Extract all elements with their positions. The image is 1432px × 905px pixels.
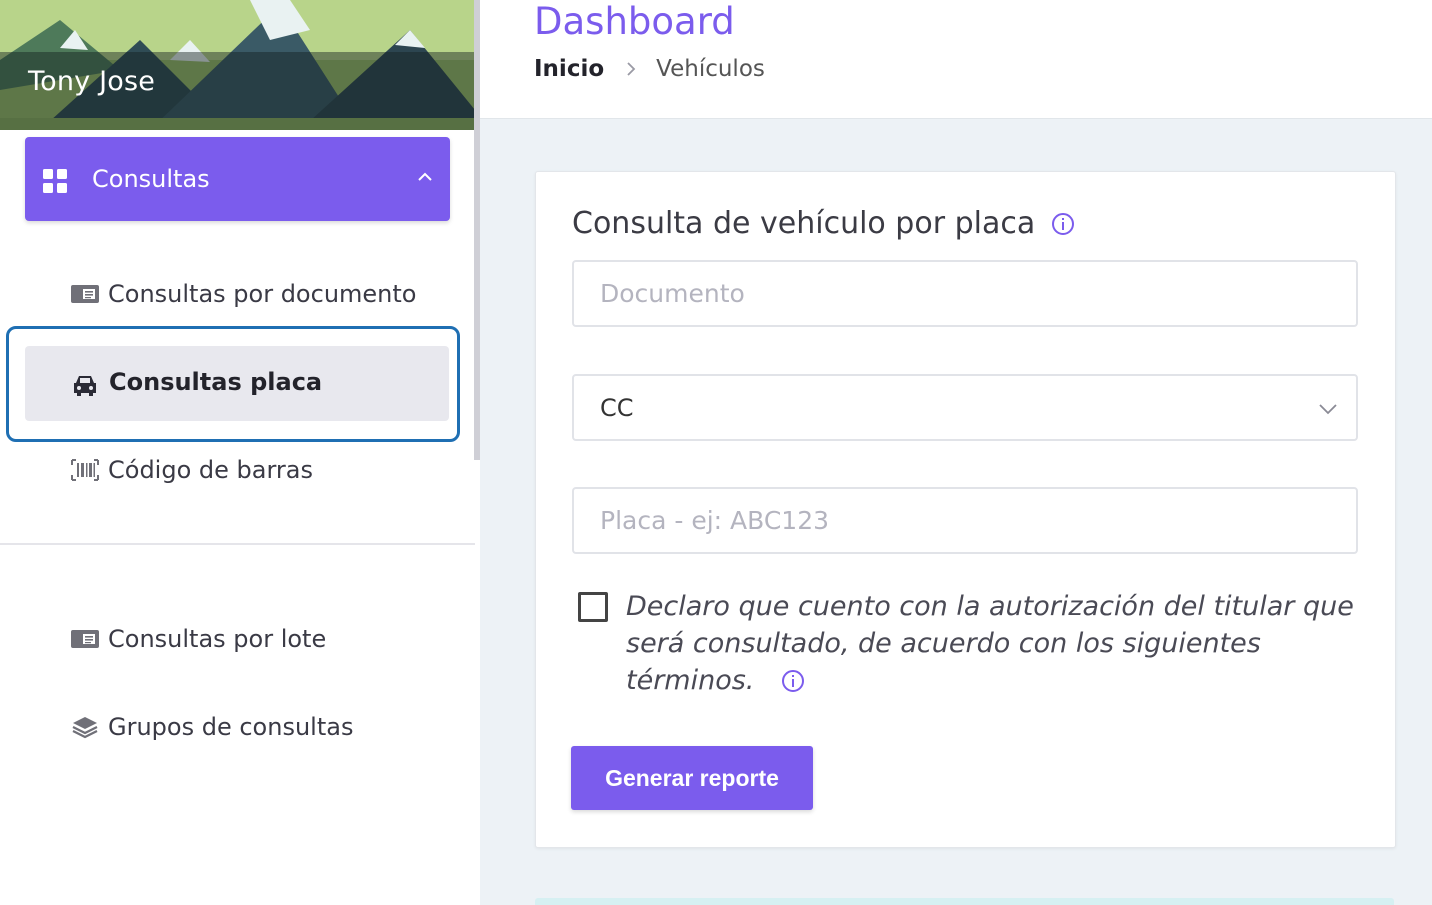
document-type-value: CC [600, 394, 634, 422]
vehicle-query-card: Consulta de vehículo por placa CC Declar… [535, 171, 1396, 848]
sidebar: Tony Jose Consultas Consultas por docume… [0, 0, 480, 905]
card-title: Consulta de vehículo por placa [572, 206, 1075, 241]
placa-field[interactable] [572, 487, 1358, 554]
profile-banner: Tony Jose [0, 0, 475, 130]
consultas-section-label: Consultas [92, 165, 210, 193]
sidebar-item-grupos-consultas[interactable]: Grupos de consultas [70, 713, 353, 741]
consent-text: Declaro que cuento con la autorización d… [626, 591, 1354, 696]
barcode-icon [71, 459, 99, 481]
id-card-icon [71, 285, 99, 303]
documento-field[interactable] [572, 260, 1358, 327]
sidebar-item-label: Grupos de consultas [108, 713, 354, 741]
user-name: Tony Jose [28, 66, 156, 97]
consent-checkbox[interactable] [578, 592, 608, 622]
breadcrumb-home[interactable]: Inicio [534, 56, 604, 82]
page-title: Dashboard [534, 0, 735, 43]
document-type-select[interactable]: CC [572, 374, 1358, 441]
info-icon[interactable] [781, 669, 805, 693]
focus-outline [6, 326, 460, 442]
consent-label: Declaro que cuento con la autorización d… [626, 588, 1366, 699]
sidebar-divider [0, 543, 475, 545]
chevron-up-icon [418, 172, 432, 181]
next-card-edge [535, 898, 1394, 905]
chevron-right-icon [627, 62, 636, 76]
sidebar-item-consultas-documento[interactable]: Consultas por documento [70, 280, 416, 308]
sidebar-item-label: Código de barras [108, 456, 313, 484]
consultas-section-toggle[interactable]: Consultas [25, 137, 450, 221]
card-title-text: Consulta de vehículo por placa [572, 206, 1036, 241]
sidebar-item-consultas-lote[interactable]: Consultas por lote [70, 625, 326, 653]
sidebar-item-codigo-barras[interactable]: Código de barras [70, 456, 313, 484]
layers-icon [72, 717, 98, 739]
placa-input[interactable] [574, 489, 1340, 552]
documento-input[interactable] [574, 262, 1340, 325]
info-icon[interactable] [1051, 212, 1075, 236]
breadcrumb: Inicio Vehículos [534, 56, 765, 82]
generate-report-button[interactable]: Generar reporte [571, 746, 813, 810]
grid-icon [43, 169, 67, 193]
sidebar-item-label: Consultas por lote [108, 625, 327, 653]
page-header: Dashboard Inicio Vehículos [480, 0, 1432, 119]
id-card-icon [71, 630, 99, 648]
chevron-down-icon [1319, 404, 1337, 415]
sidebar-item-label: Consultas por documento [108, 280, 417, 308]
breadcrumb-current: Vehículos [656, 56, 765, 82]
